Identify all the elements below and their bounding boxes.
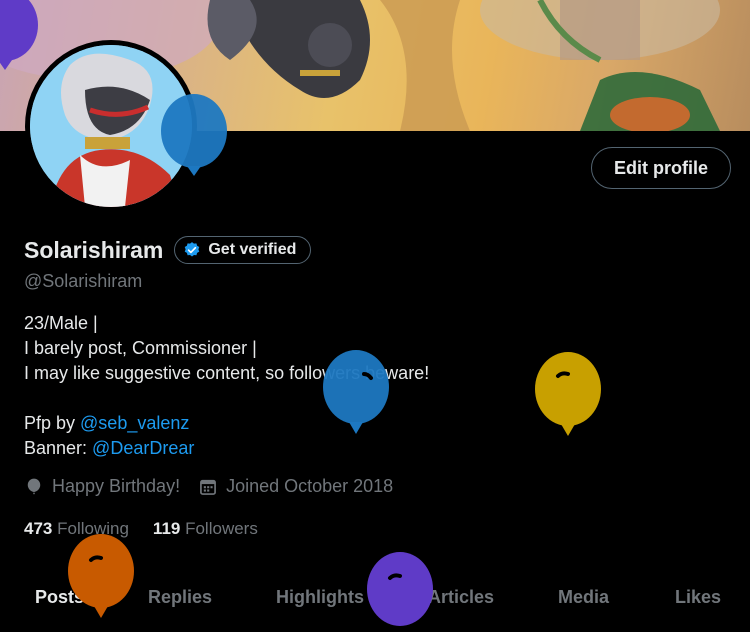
balloon-decoration bbox=[535, 352, 601, 436]
pfp-artist-link[interactable]: @seb_valenz bbox=[80, 413, 189, 433]
bio-line: 23/Male | bbox=[24, 313, 98, 333]
tab-highlights[interactable]: Highlights bbox=[276, 572, 364, 622]
following-count: 473 bbox=[24, 519, 53, 538]
edit-profile-button[interactable]: Edit profile bbox=[591, 147, 731, 189]
get-verified-button[interactable]: Get verified bbox=[174, 236, 312, 264]
get-verified-label: Get verified bbox=[208, 241, 297, 258]
calendar-icon bbox=[200, 479, 216, 495]
joined-text: Joined October 2018 bbox=[226, 476, 394, 496]
birthday-text: Happy Birthday! bbox=[52, 476, 181, 496]
follow-stats: 473 Following 119 Followers bbox=[24, 519, 282, 539]
display-name: Solarishiram bbox=[24, 236, 164, 263]
balloon-icon bbox=[27, 478, 41, 494]
banner-artist-link[interactable]: @DearDrear bbox=[92, 438, 194, 458]
balloon-decoration bbox=[0, 0, 38, 70]
followers-link[interactable]: 119 Followers bbox=[153, 519, 258, 539]
verified-badge-icon bbox=[185, 242, 200, 257]
balloon-decoration bbox=[367, 552, 433, 626]
balloon-decoration bbox=[161, 94, 227, 176]
tab-media[interactable]: Media bbox=[558, 572, 609, 622]
banner-credit-label: Banner: bbox=[24, 438, 93, 458]
tab-articles[interactable]: Articles bbox=[428, 572, 494, 622]
tab-replies[interactable]: Replies bbox=[148, 572, 212, 622]
tab-likes[interactable]: Likes bbox=[675, 572, 721, 622]
name-row: Solarishiram Get verified bbox=[24, 236, 312, 264]
birthday-item: Happy Birthday! bbox=[24, 476, 180, 497]
joined-item: Joined October 2018 bbox=[198, 476, 393, 497]
pfp-credit-label: Pfp by bbox=[24, 413, 81, 433]
user-handle: @Solarishiram bbox=[24, 271, 143, 291]
balloon-decoration bbox=[323, 350, 389, 434]
profile-meta: Happy Birthday! Joined October 2018 bbox=[24, 476, 411, 497]
followers-label: Followers bbox=[185, 519, 258, 538]
bio-banner-credit: Banner: @DearDrear bbox=[24, 436, 429, 461]
balloon-decoration bbox=[68, 534, 134, 618]
followers-count: 119 bbox=[152, 519, 181, 538]
